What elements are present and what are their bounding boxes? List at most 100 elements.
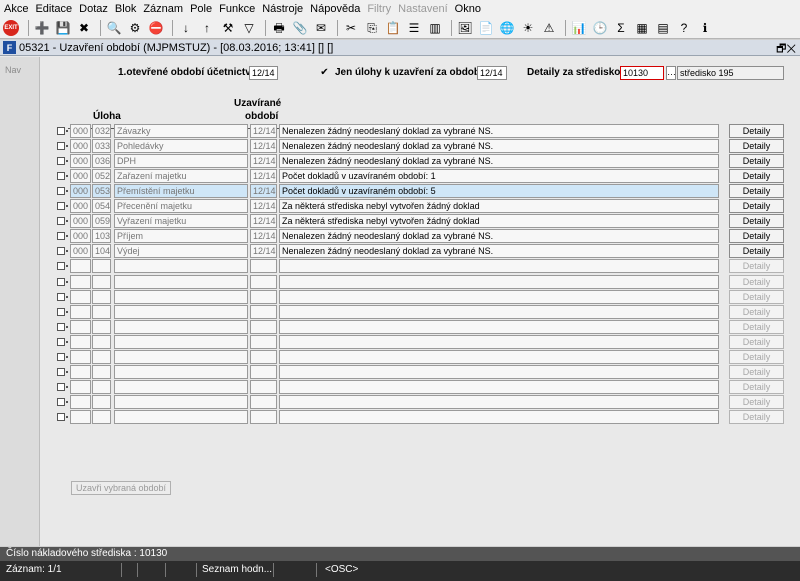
cell-task-name[interactable] (114, 365, 248, 379)
cell-description[interactable]: Nenalezen žádný neodeslaný doklad za vyb… (279, 154, 719, 168)
table-row-empty[interactable]: Detaily (0, 350, 800, 365)
cell-company[interactable] (70, 259, 91, 273)
cell-task-code[interactable] (92, 290, 111, 304)
cell-task-name[interactable] (114, 259, 248, 273)
row-select-checkbox[interactable] (57, 338, 65, 346)
menu-item[interactable]: Nápověda (310, 3, 360, 15)
center-code-field[interactable]: 10130 (620, 66, 664, 80)
cell-description[interactable] (279, 395, 719, 409)
cell-company[interactable]: 000 (70, 169, 91, 183)
cell-task-code[interactable]: 054 (92, 199, 111, 213)
cell-task-name[interactable] (114, 320, 248, 334)
detail-button[interactable]: Detaily (729, 380, 784, 394)
cell-description[interactable] (279, 290, 719, 304)
cell-task-name[interactable] (114, 335, 248, 349)
cell-company[interactable]: 000 (70, 229, 91, 243)
table-row-empty[interactable]: Detaily (0, 395, 800, 410)
table-row-empty[interactable]: Detaily (0, 365, 800, 380)
table-row[interactable]: 000 036 DPH 12/14 Nenalezen žádný neodeslaný… (0, 154, 800, 169)
cell-period[interactable] (250, 365, 277, 379)
row-select-checkbox[interactable] (57, 247, 65, 255)
sort-asc-icon[interactable]: ↓ (177, 19, 195, 37)
detail-button[interactable]: Detaily (729, 290, 784, 304)
excel-icon[interactable]: ▦ (633, 19, 651, 37)
cell-period[interactable]: 12/14 (250, 244, 277, 258)
cell-company[interactable] (70, 290, 91, 304)
cell-description[interactable]: Nenalezen žádný neodeslaný doklad za vyb… (279, 244, 719, 258)
table-row-empty[interactable]: Detaily (0, 380, 800, 395)
cell-period[interactable] (250, 275, 277, 289)
table-row[interactable]: 000 053 Přemístění majetku 12/14 Počet dokla… (0, 184, 800, 199)
table-row-empty[interactable]: Detaily (0, 290, 800, 305)
cell-task-code[interactable]: 033 (92, 139, 111, 153)
table-row[interactable]: 000 033 Pohledávky 12/14 Nenalezen žádný neo… (0, 139, 800, 154)
cell-company[interactable] (70, 350, 91, 364)
cell-task-name[interactable] (114, 275, 248, 289)
cell-company[interactable] (70, 365, 91, 379)
cell-task-code[interactable] (92, 305, 111, 319)
row-select-checkbox[interactable] (57, 157, 65, 165)
cell-company[interactable]: 000 (70, 139, 91, 153)
row-select-checkbox[interactable] (57, 202, 65, 210)
paste-icon[interactable]: 📋 (384, 19, 402, 37)
mail-icon[interactable]: ✉ (312, 19, 330, 37)
table-row-empty[interactable]: Detaily (0, 305, 800, 320)
detail-button[interactable]: Detaily (729, 184, 784, 198)
center-lov-button[interactable]: … (666, 66, 676, 80)
cell-period[interactable] (250, 290, 277, 304)
cell-task-code[interactable]: 036 (92, 154, 111, 168)
cancel-query-icon[interactable]: ⛔ (147, 19, 165, 37)
row-select-checkbox[interactable] (57, 172, 65, 180)
cell-company[interactable] (70, 335, 91, 349)
cell-period[interactable]: 12/14 (250, 154, 277, 168)
help-icon[interactable]: ? (675, 19, 693, 37)
table-row-empty[interactable]: Detaily (0, 259, 800, 274)
menu-item[interactable]: Blok (115, 3, 136, 15)
cell-company[interactable] (70, 380, 91, 394)
cell-task-name[interactable]: Přemístění majetku (114, 184, 248, 198)
row-select-checkbox[interactable] (57, 383, 65, 391)
detail-button[interactable]: Detaily (729, 335, 784, 349)
menu-item[interactable]: Záznam (143, 3, 183, 15)
execute-query-icon[interactable]: ⚙ (126, 19, 144, 37)
cell-task-code[interactable]: 059 (92, 214, 111, 228)
cell-period[interactable]: 12/14 (250, 124, 277, 138)
cell-description[interactable] (279, 410, 719, 424)
cell-period[interactable] (250, 259, 277, 273)
nav-label[interactable]: Nav (5, 65, 39, 75)
cell-period[interactable] (250, 410, 277, 424)
cell-company[interactable] (70, 320, 91, 334)
cut-icon[interactable]: ✂ (342, 19, 360, 37)
table-row-empty[interactable]: Detaily (0, 275, 800, 290)
cell-task-name[interactable] (114, 410, 248, 424)
row-select-checkbox[interactable] (57, 308, 65, 316)
insert-record-icon[interactable]: ➕ (33, 19, 51, 37)
menu-item[interactable]: Akce (4, 3, 28, 15)
detail-button[interactable]: Detaily (729, 199, 784, 213)
detail-button[interactable]: Detaily (729, 410, 784, 424)
cell-task-name[interactable]: Zařazení majetku (114, 169, 248, 183)
cell-description[interactable] (279, 380, 719, 394)
first-open-period-field[interactable]: 12/14 (249, 66, 278, 80)
cell-company[interactable] (70, 275, 91, 289)
cell-period[interactable] (250, 395, 277, 409)
cell-period[interactable] (250, 350, 277, 364)
menu-item[interactable]: Pole (190, 3, 212, 15)
cell-description[interactable] (279, 320, 719, 334)
detail-button[interactable]: Detaily (729, 259, 784, 273)
cell-description[interactable]: Nenalezen žádný neodeslaný doklad za vyb… (279, 229, 719, 243)
cell-task-name[interactable]: Pohledávky (114, 139, 248, 153)
cell-period[interactable] (250, 320, 277, 334)
cell-description[interactable]: Nenalezen žádný neodeslaný doklad za vyb… (279, 139, 719, 153)
menu-item[interactable]: Okno (455, 3, 481, 15)
columns-icon[interactable]: ▥ (426, 19, 444, 37)
query-icon[interactable]: 🔍 (105, 19, 123, 37)
cell-period[interactable]: 12/14 (250, 229, 277, 243)
window-controls[interactable]: 🗗✕ (776, 40, 796, 59)
cell-task-name[interactable]: Přecenění majetku (114, 199, 248, 213)
row-select-checkbox[interactable] (57, 398, 65, 406)
detail-button[interactable]: Detaily (729, 305, 784, 319)
cell-description[interactable] (279, 275, 719, 289)
warning-icon[interactable]: ⚠ (540, 19, 558, 37)
row-select-checkbox[interactable] (57, 127, 65, 135)
